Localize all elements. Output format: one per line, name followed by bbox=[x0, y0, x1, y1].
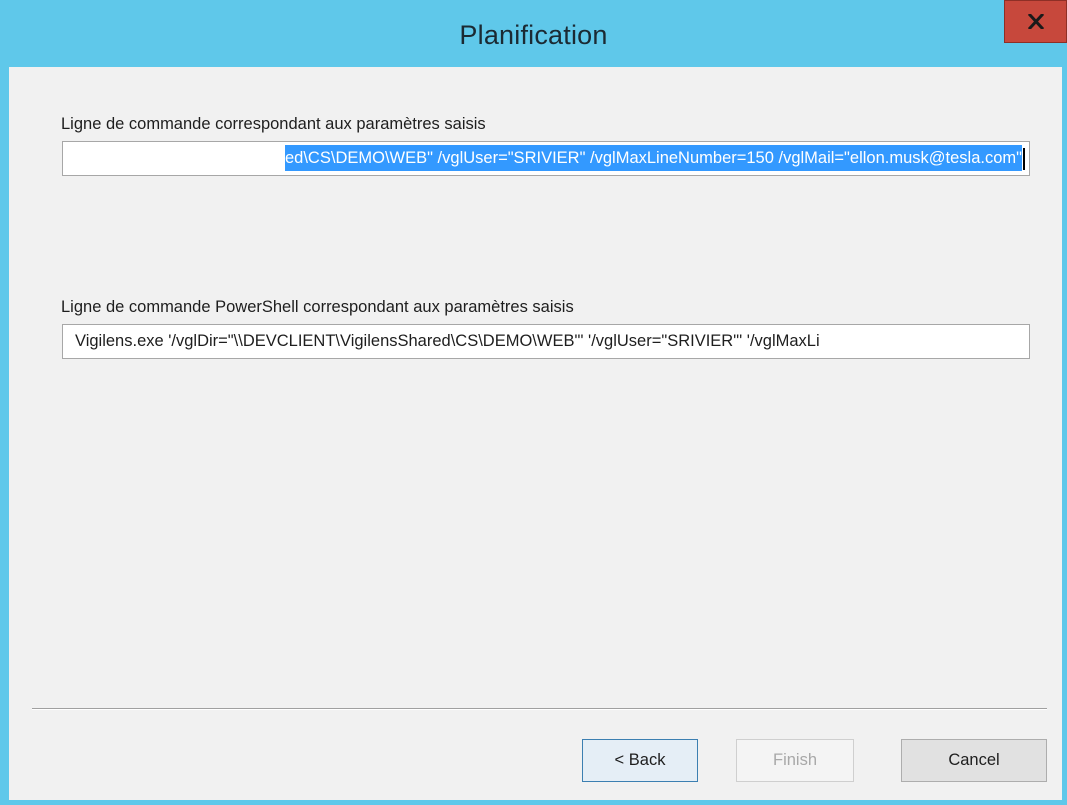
text-caret bbox=[1023, 147, 1025, 170]
window-title: Planification bbox=[459, 20, 608, 50]
powershell-line-field[interactable]: Vigilens.exe '/vglDir="\\DEVCLIENT\Vigil… bbox=[62, 324, 1030, 359]
footer-separator bbox=[32, 708, 1047, 710]
powershell-line-label: Ligne de commande PowerShell corresponda… bbox=[61, 298, 574, 316]
close-icon bbox=[1028, 14, 1044, 29]
command-line-field[interactable]: ed\CS\DEMO\WEB" /vglUser="SRIVIER" /vglM… bbox=[62, 141, 1030, 176]
dialog-content: Ligne de commande correspondant aux para… bbox=[9, 67, 1062, 800]
command-line-selected-text: ed\CS\DEMO\WEB" /vglUser="SRIVIER" /vglM… bbox=[285, 145, 1022, 171]
command-line-label: Ligne de commande correspondant aux para… bbox=[61, 115, 486, 133]
back-button[interactable]: < Back bbox=[582, 739, 698, 782]
planification-dialog: Planification Ligne de commande correspo… bbox=[0, 0, 1067, 805]
cancel-button[interactable]: Cancel bbox=[901, 739, 1047, 782]
close-button[interactable] bbox=[1004, 0, 1067, 43]
finish-button[interactable]: Finish bbox=[736, 739, 854, 782]
powershell-line-text: Vigilens.exe '/vglDir="\\DEVCLIENT\Vigil… bbox=[75, 332, 820, 350]
